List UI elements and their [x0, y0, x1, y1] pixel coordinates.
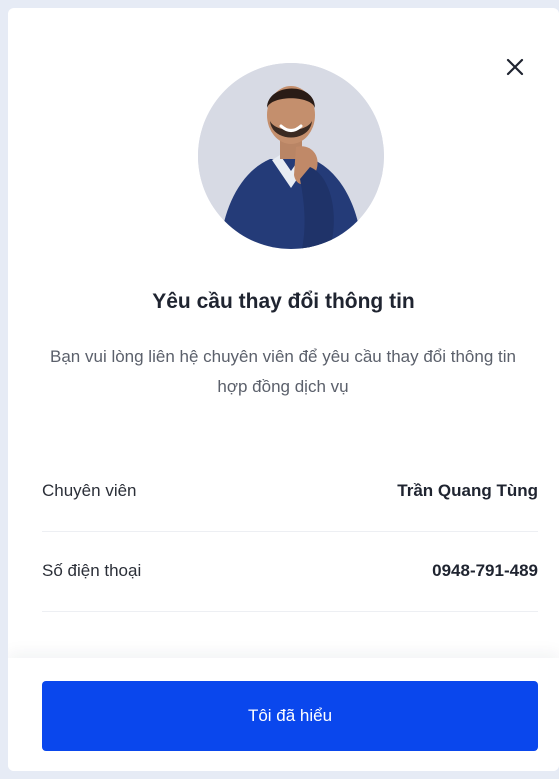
specialist-label: Chuyên viên — [42, 481, 137, 500]
close-icon — [506, 58, 524, 76]
phone-number[interactable]: 0948-791-489 — [432, 561, 538, 581]
close-button[interactable] — [500, 52, 530, 82]
contact-row-specialist: Chuyên viên Trần Quang Tùng — [42, 451, 538, 532]
dialog-description: Bạn vui lòng liên hệ chuyên viên để yêu … — [50, 347, 516, 396]
phone-label: Số điện thoại — [42, 561, 142, 580]
dialog-title: Yêu cầu thay đổi thông tin — [152, 290, 415, 313]
specialist-name: Trần Quang Tùng — [397, 481, 538, 500]
confirm-button[interactable]: Tôi đã hiểu — [42, 681, 538, 751]
person-avatar-image — [198, 63, 384, 249]
contact-row-phone: Số điện thoại 0948-791-489 — [42, 531, 538, 612]
avatar — [198, 63, 384, 249]
change-info-dialog: Yêu cầu thay đổi thông tin Bạn vui lòng … — [8, 8, 559, 771]
dialog-footer: Tôi đã hiểu — [8, 658, 559, 771]
